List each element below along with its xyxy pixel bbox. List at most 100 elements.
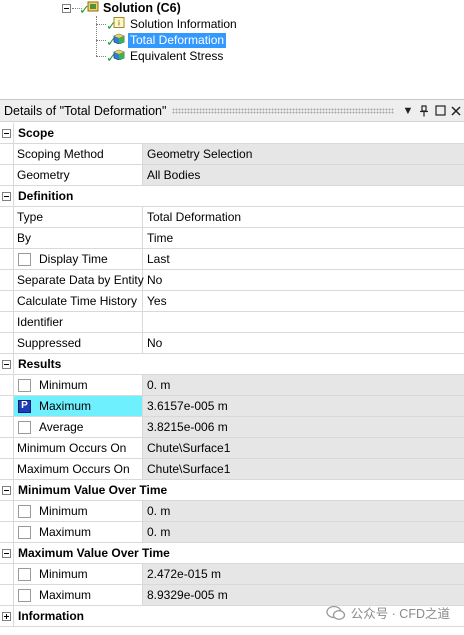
parameter-checkbox[interactable]	[18, 252, 31, 266]
property-name-with-checkbox: Display Time	[14, 249, 143, 269]
property-name: Maximum	[39, 525, 92, 539]
tree-label-solution[interactable]: Solution (C6)	[101, 1, 183, 16]
group-label: Minimum Value Over Time	[18, 483, 168, 497]
pin-icon[interactable]	[416, 103, 432, 119]
property-name: Type	[14, 207, 143, 227]
property-name: By	[14, 228, 143, 248]
property-value[interactable]: 3.6157e-005 m	[143, 396, 464, 416]
total-deformation-icon: ✓	[106, 32, 128, 48]
outline-tree: ✓ Solution (C6) ✓ i Solution Information…	[0, 0, 464, 96]
tree-connector	[96, 40, 106, 41]
collapse-icon[interactable]	[2, 486, 11, 495]
property-value[interactable]: 0. m	[143, 375, 464, 395]
property-row[interactable]: Minimum Occurs On Chute\Surface1	[0, 438, 464, 459]
property-row[interactable]: Suppressed No	[0, 333, 464, 354]
property-value[interactable]: 3.8215e-006 m	[143, 417, 464, 437]
collapse-icon[interactable]	[2, 549, 11, 558]
property-value[interactable]: Total Deformation	[143, 207, 464, 227]
tree-node-equivalent-stress[interactable]: ✓ Equivalent Stress	[106, 48, 225, 65]
property-row[interactable]: Minimum 2.472e-015 m	[0, 564, 464, 585]
equivalent-stress-icon: ✓	[106, 48, 128, 64]
parameter-checkbox[interactable]	[18, 567, 31, 581]
restore-icon[interactable]	[432, 103, 448, 119]
tree-node-total-deformation[interactable]: ✓ Total Deformation	[106, 32, 227, 48]
solution-icon: ✓	[79, 0, 101, 16]
parameter-checkbox[interactable]	[18, 588, 31, 602]
property-row[interactable]: By Time	[0, 228, 464, 249]
solution-information-icon: ✓ i	[106, 16, 128, 32]
property-name: Suppressed	[14, 333, 143, 353]
property-row[interactable]: Calculate Time History Yes	[0, 291, 464, 312]
property-name: Separate Data by Entity	[14, 270, 144, 290]
property-name: Geometry	[14, 165, 143, 185]
property-value[interactable]: Time	[143, 228, 464, 248]
property-value[interactable]: No	[143, 333, 464, 353]
tree-node-solution-information[interactable]: ✓ i Solution Information	[106, 16, 239, 33]
group-header-scope[interactable]: Scope	[0, 123, 464, 144]
property-value[interactable]: 8.9329e-005 m	[143, 585, 464, 605]
close-icon[interactable]	[448, 103, 464, 119]
property-name-with-checkbox: Maximum	[14, 585, 143, 605]
details-title-bar[interactable]: Details of "Total Deformation" ▼	[0, 100, 464, 122]
property-value[interactable]: 0. m	[143, 501, 464, 521]
dropdown-arrow-icon[interactable]: ▼	[400, 103, 416, 119]
tree-label-total-deformation[interactable]: Total Deformation	[128, 32, 227, 48]
property-row[interactable]: Identifier	[0, 312, 464, 333]
property-value[interactable]	[143, 312, 464, 332]
parameter-checkbox[interactable]	[18, 525, 31, 539]
property-row[interactable]: Maximum Occurs On Chute\Surface1	[0, 459, 464, 480]
property-name: Identifier	[14, 312, 143, 332]
property-row-highlighted[interactable]: P Maximum 3.6157e-005 m	[0, 396, 464, 417]
tree-connector	[96, 56, 106, 57]
group-header-definition[interactable]: Definition	[0, 186, 464, 207]
property-row[interactable]: Separate Data by Entity No	[0, 270, 464, 291]
parameter-checkbox[interactable]	[18, 504, 31, 518]
property-row[interactable]: Scoping Method Geometry Selection	[0, 144, 464, 165]
group-header-results[interactable]: Results	[0, 354, 464, 375]
tree-connector	[96, 24, 106, 25]
group-header-minimum-value-over-time[interactable]: Minimum Value Over Time	[0, 480, 464, 501]
property-row[interactable]: Minimum 0. m	[0, 501, 464, 522]
tree-label-equivalent-stress[interactable]: Equivalent Stress	[128, 49, 225, 64]
property-value[interactable]: Chute\Surface1	[143, 459, 464, 479]
collapse-icon[interactable]	[2, 360, 11, 369]
property-row[interactable]: Geometry All Bodies	[0, 165, 464, 186]
parameter-checkbox[interactable]	[18, 420, 31, 434]
wechat-icon	[326, 605, 346, 621]
parameter-checkbox[interactable]	[18, 378, 31, 392]
group-header-maximum-value-over-time[interactable]: Maximum Value Over Time	[0, 543, 464, 564]
property-value[interactable]: No	[143, 270, 464, 290]
property-value[interactable]: Geometry Selection	[143, 144, 464, 164]
tree-label-solution-information[interactable]: Solution Information	[128, 17, 239, 32]
property-row[interactable]: Type Total Deformation	[0, 207, 464, 228]
property-value[interactable]: Chute\Surface1	[143, 438, 464, 458]
property-row[interactable]: Minimum 0. m	[0, 375, 464, 396]
collapse-toggle-icon[interactable]	[62, 3, 71, 13]
tree-node-solution[interactable]: ✓ Solution (C6)	[62, 0, 183, 16]
expand-icon[interactable]	[2, 612, 11, 621]
group-label: Definition	[18, 189, 74, 203]
property-row[interactable]: Maximum 0. m	[0, 522, 464, 543]
property-value[interactable]: Last	[143, 249, 464, 269]
group-label: Results	[18, 357, 62, 371]
property-name: Minimum Occurs On	[14, 438, 143, 458]
property-name-with-checkbox: Maximum	[14, 522, 143, 542]
property-value[interactable]: 0. m	[143, 522, 464, 542]
collapse-icon[interactable]	[2, 129, 11, 138]
property-name: Maximum	[39, 588, 92, 602]
property-name: Scoping Method	[14, 144, 143, 164]
property-name: Calculate Time History	[14, 291, 143, 311]
property-row[interactable]: Display Time Last	[0, 249, 464, 270]
property-name-with-checkbox: Minimum	[14, 375, 143, 395]
group-label: Maximum Value Over Time	[18, 546, 170, 560]
parameter-p-icon[interactable]: P	[18, 399, 31, 413]
tree-connector	[96, 16, 97, 56]
property-row[interactable]: Average 3.8215e-006 m	[0, 417, 464, 438]
property-value[interactable]: 2.472e-015 m	[143, 564, 464, 584]
property-value[interactable]: Yes	[143, 291, 464, 311]
property-value[interactable]: All Bodies	[143, 165, 464, 185]
property-name-with-checkbox: Average	[14, 417, 143, 437]
drag-grip[interactable]	[172, 107, 394, 114]
property-name: Minimum	[39, 504, 88, 518]
collapse-icon[interactable]	[2, 192, 11, 201]
